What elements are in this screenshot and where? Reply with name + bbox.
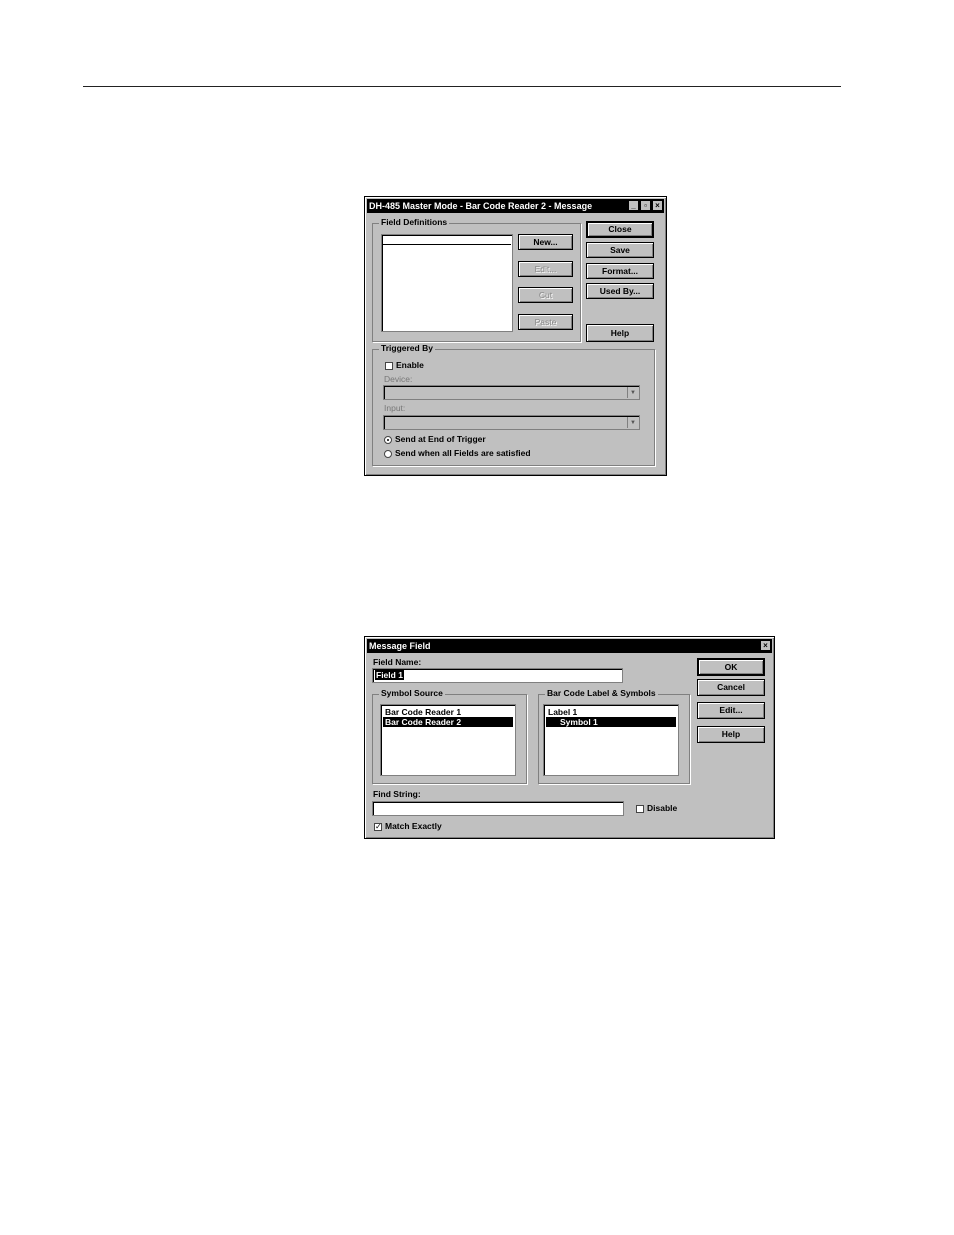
match-exactly-label: Match Exactly	[385, 821, 442, 831]
message-field-dialog: Message Field × Field Name: Field 1 Symb…	[364, 636, 775, 839]
close-icon[interactable]: ×	[652, 200, 663, 211]
enable-label: Enable	[396, 360, 424, 370]
disable-checkbox[interactable]	[636, 805, 644, 813]
save-button[interactable]: Save	[586, 242, 654, 258]
page-top-rule	[83, 86, 841, 87]
ok-button[interactable]: OK	[697, 658, 765, 676]
minimize-icon[interactable]: _	[628, 200, 639, 211]
edit-button[interactable]: Edit...	[697, 702, 765, 719]
triggered-by-label: Triggered By	[379, 343, 435, 353]
edit-button[interactable]: Edit...	[518, 261, 573, 277]
device-select[interactable]: ▼	[383, 385, 640, 400]
chevron-down-icon[interactable]: ▼	[627, 387, 638, 398]
close-icon[interactable]: ×	[760, 640, 771, 651]
message-dialog-title: DH-485 Master Mode - Bar Code Reader 2 -…	[369, 201, 593, 211]
input-label: Input:	[384, 403, 406, 413]
field-definitions-list[interactable]	[381, 234, 513, 332]
symbol-source-label: Symbol Source	[379, 688, 445, 698]
input-select[interactable]: ▼	[383, 415, 640, 430]
symbol-source-list[interactable]: Bar Code Reader 1 Bar Code Reader 2	[380, 704, 516, 776]
field-name-input[interactable]: Field 1	[372, 668, 623, 683]
list-item[interactable]: Bar Code Reader 1	[383, 707, 513, 717]
close-button[interactable]: Close	[586, 221, 654, 238]
maximize-icon[interactable]: ▫	[640, 200, 651, 211]
enable-checkbox[interactable]	[385, 362, 393, 370]
chevron-down-icon[interactable]: ▼	[627, 417, 638, 428]
label-symbols-list[interactable]: Label 1 Symbol 1	[543, 704, 679, 776]
send-end-of-trigger-label: Send at End of Trigger	[395, 434, 486, 444]
find-string-label: Find String:	[373, 789, 421, 799]
send-end-of-trigger-radio[interactable]	[384, 436, 392, 444]
label-symbols-label: Bar Code Label & Symbols	[545, 688, 658, 698]
message-field-titlebar: Message Field ×	[367, 639, 772, 653]
paste-button[interactable]: Paste	[518, 314, 573, 330]
list-item[interactable]: Bar Code Reader 2	[383, 717, 513, 727]
field-definitions-label: Field Definitions	[379, 217, 450, 227]
message-dialog: DH-485 Master Mode - Bar Code Reader 2 -…	[364, 196, 667, 476]
field-name-value: Field 1	[375, 670, 404, 680]
list-header-divider	[383, 244, 511, 245]
cancel-button[interactable]: Cancel	[697, 679, 765, 696]
format-button[interactable]: Format...	[586, 263, 654, 279]
help-button[interactable]: Help	[586, 324, 654, 342]
message-dialog-titlebar: DH-485 Master Mode - Bar Code Reader 2 -…	[367, 199, 664, 213]
list-item[interactable]: Symbol 1	[546, 717, 676, 727]
send-all-fields-radio[interactable]	[384, 450, 392, 458]
list-item[interactable]: Label 1	[546, 707, 676, 717]
message-field-title: Message Field	[369, 641, 431, 651]
new-button[interactable]: New...	[518, 234, 573, 250]
field-name-label: Field Name:	[373, 657, 422, 667]
send-all-fields-label: Send when all Fields are satisfied	[395, 448, 531, 458]
help-button[interactable]: Help	[697, 726, 765, 743]
disable-label: Disable	[647, 803, 678, 813]
used-by-button[interactable]: Used By...	[586, 283, 654, 299]
cut-button[interactable]: Cut	[518, 287, 573, 303]
match-exactly-checkbox[interactable]: ✓	[374, 823, 382, 831]
device-label: Device:	[384, 374, 413, 384]
find-string-input[interactable]	[372, 801, 624, 816]
